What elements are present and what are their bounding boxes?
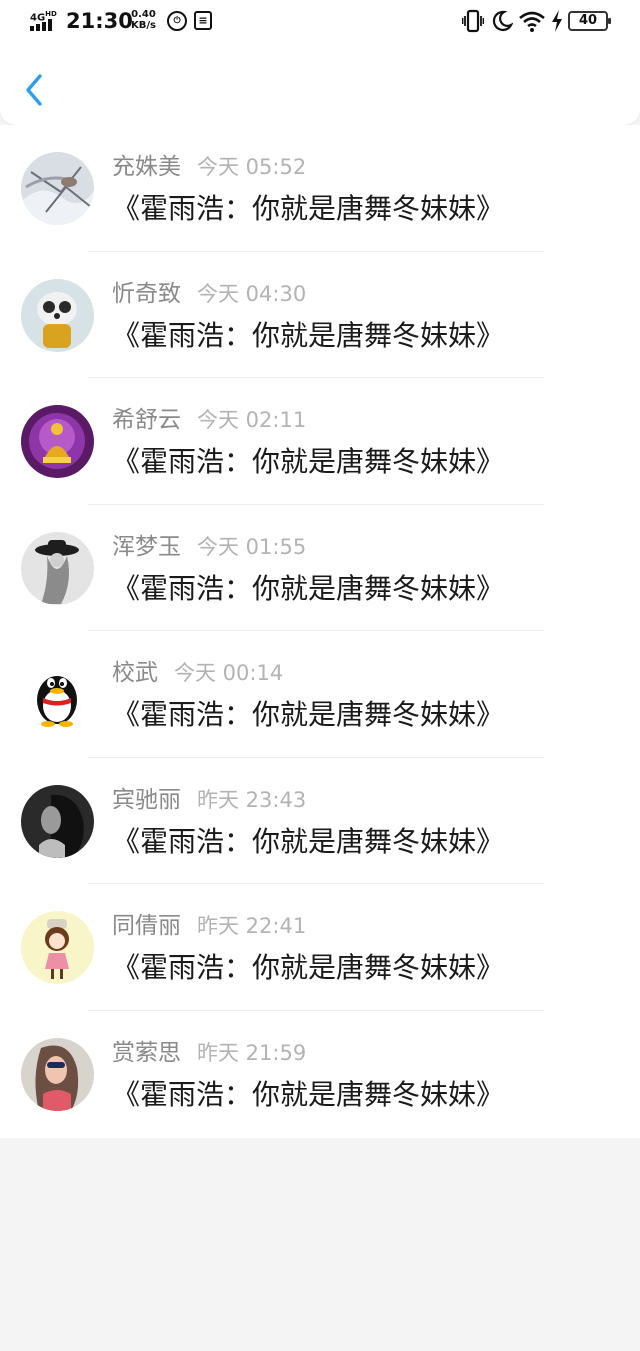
avatar: [21, 152, 94, 225]
status-bar: 4GHD 21:30 0.40 KB/s ⏻ ≡ 40: [0, 0, 640, 42]
message-text: 《霍雨浩：你就是唐舞冬妹妹》: [112, 192, 505, 225]
battery-icon: 40: [568, 11, 611, 31]
avatar: [21, 1037, 94, 1111]
message-item[interactable]: 浑梦玉 今天 01:55 《霍雨浩：你就是唐舞冬妹妹》: [0, 505, 640, 631]
avatar: [21, 531, 94, 605]
message-text: 《霍雨浩：你就是唐舞冬妹妹》: [112, 824, 505, 858]
sender-name: 赏萦思: [112, 1039, 181, 1066]
message-text: 《霍雨浩：你就是唐舞冬妹妹》: [112, 698, 505, 731]
avatar: [21, 658, 94, 731]
message-item[interactable]: 充姝美 今天 05:52 《霍雨浩：你就是唐舞冬妹妹》: [0, 125, 640, 252]
message-time: 昨天 21:59: [197, 1040, 307, 1065]
message-time: 今天 01:55: [197, 534, 307, 559]
avatar: [21, 911, 94, 984]
message-time: 昨天 22:41: [197, 914, 307, 938]
message-time: 今天 05:52: [197, 155, 307, 179]
message-meta: 宾驰丽 昨天 23:43: [112, 786, 306, 818]
sender-name: 充姝美: [112, 154, 181, 180]
network-speed: 0.40 KB/s: [131, 9, 156, 31]
screenshot-icon: ≡: [194, 11, 212, 30]
sender-name: 宾驰丽: [112, 786, 181, 813]
message-item[interactable]: 希舒云 今天 02:11 《霍雨浩：你就是唐舞冬妹妹》: [0, 378, 640, 505]
moon-icon: [492, 10, 513, 32]
message-item[interactable]: 校武 今天 00:14 《霍雨浩：你就是唐舞冬妹妹》: [0, 631, 640, 758]
signal-icon: [30, 19, 56, 31]
avatar: [21, 278, 94, 352]
message-item[interactable]: 忻奇致 今天 04:30 《霍雨浩：你就是唐舞冬妹妹》: [0, 252, 640, 378]
sender-name: 同倩丽: [112, 913, 181, 939]
message-text: 《霍雨浩：你就是唐舞冬妹妹》: [112, 1077, 505, 1111]
charging-icon: [552, 10, 562, 32]
message-meta: 同倩丽 昨天 22:41: [112, 912, 306, 944]
nfc-icon: ⏻: [167, 11, 187, 31]
sender-name: 希舒云: [112, 407, 181, 433]
message-text: 《霍雨浩：你就是唐舞冬妹妹》: [112, 445, 505, 478]
message-meta: 充姝美 今天 05:52: [112, 153, 306, 185]
sender-name: 校武: [112, 660, 158, 686]
message-time: 今天 00:14: [174, 661, 284, 685]
message-list: 充姝美 今天 05:52 《霍雨浩：你就是唐舞冬妹妹》 忻奇致 今天 04:30 《…: [0, 125, 640, 1138]
top-bar: 4GHD 21:30 0.40 KB/s ⏻ ≡ 40: [0, 0, 640, 125]
sender-name: 忻奇致: [112, 280, 181, 307]
message-meta: 赏萦思 昨天 21:59: [112, 1039, 306, 1071]
message-meta: 忻奇致 今天 04:30: [112, 280, 306, 312]
back-button[interactable]: [20, 72, 50, 108]
vibrate-icon: [462, 9, 484, 33]
message-time: 今天 04:30: [197, 281, 307, 306]
message-meta: 希舒云 今天 02:11: [112, 406, 306, 438]
message-time: 今天 02:11: [197, 408, 307, 432]
message-meta: 校武 今天 00:14: [112, 659, 283, 691]
message-item[interactable]: 同倩丽 昨天 22:41 《霍雨浩：你就是唐舞冬妹妹》: [0, 884, 640, 1011]
message-time: 昨天 23:43: [197, 787, 307, 812]
message-text: 《霍雨浩：你就是唐舞冬妹妹》: [112, 951, 505, 984]
sender-name: 浑梦玉: [112, 533, 181, 560]
avatar: [21, 405, 94, 478]
message-item[interactable]: 宾驰丽 昨天 23:43 《霍雨浩：你就是唐舞冬妹妹》: [0, 758, 640, 884]
avatar: [21, 784, 94, 858]
chevron-left-icon: [26, 74, 42, 106]
message-text: 《霍雨浩：你就是唐舞冬妹妹》: [112, 318, 505, 352]
message-text: 《霍雨浩：你就是唐舞冬妹妹》: [112, 571, 505, 605]
clock: 21:30: [66, 9, 133, 33]
wifi-icon: [519, 11, 545, 32]
message-item[interactable]: 赏萦思 昨天 21:59 《霍雨浩：你就是唐舞冬妹妹》: [0, 1011, 640, 1138]
message-meta: 浑梦玉 今天 01:55: [112, 533, 306, 565]
